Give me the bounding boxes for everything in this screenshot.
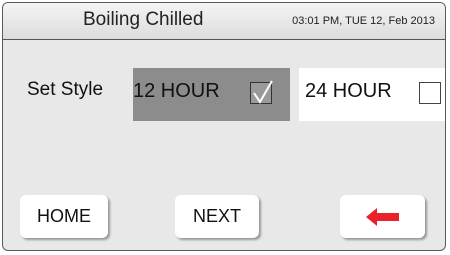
checkmark-icon <box>253 80 273 104</box>
option-24-hour-label: 24 HOUR <box>305 80 392 102</box>
settings-panel: Boiling Chilled 03:01 PM, TUE 12, Feb 20… <box>2 2 446 251</box>
option-24-hour[interactable]: 24 HOUR <box>299 68 445 121</box>
checkbox-24-hour[interactable] <box>419 82 441 104</box>
screen-title: Boiling Chilled <box>83 9 204 30</box>
checkbox-12-hour[interactable] <box>250 80 273 104</box>
set-style-label: Set Style <box>27 79 104 100</box>
left-arrow-icon <box>365 207 399 226</box>
option-12-hour[interactable]: 12 HOUR <box>133 68 290 121</box>
next-button[interactable]: NEXT <box>175 195 259 238</box>
home-button[interactable]: HOME <box>20 195 108 238</box>
option-12-hour-label: 12 HOUR <box>133 80 220 102</box>
back-button[interactable] <box>340 195 425 238</box>
header-bar: Boiling Chilled 03:01 PM, TUE 12, Feb 20… <box>3 3 445 40</box>
datetime-display: 03:01 PM, TUE 12, Feb 2013 <box>292 15 435 27</box>
